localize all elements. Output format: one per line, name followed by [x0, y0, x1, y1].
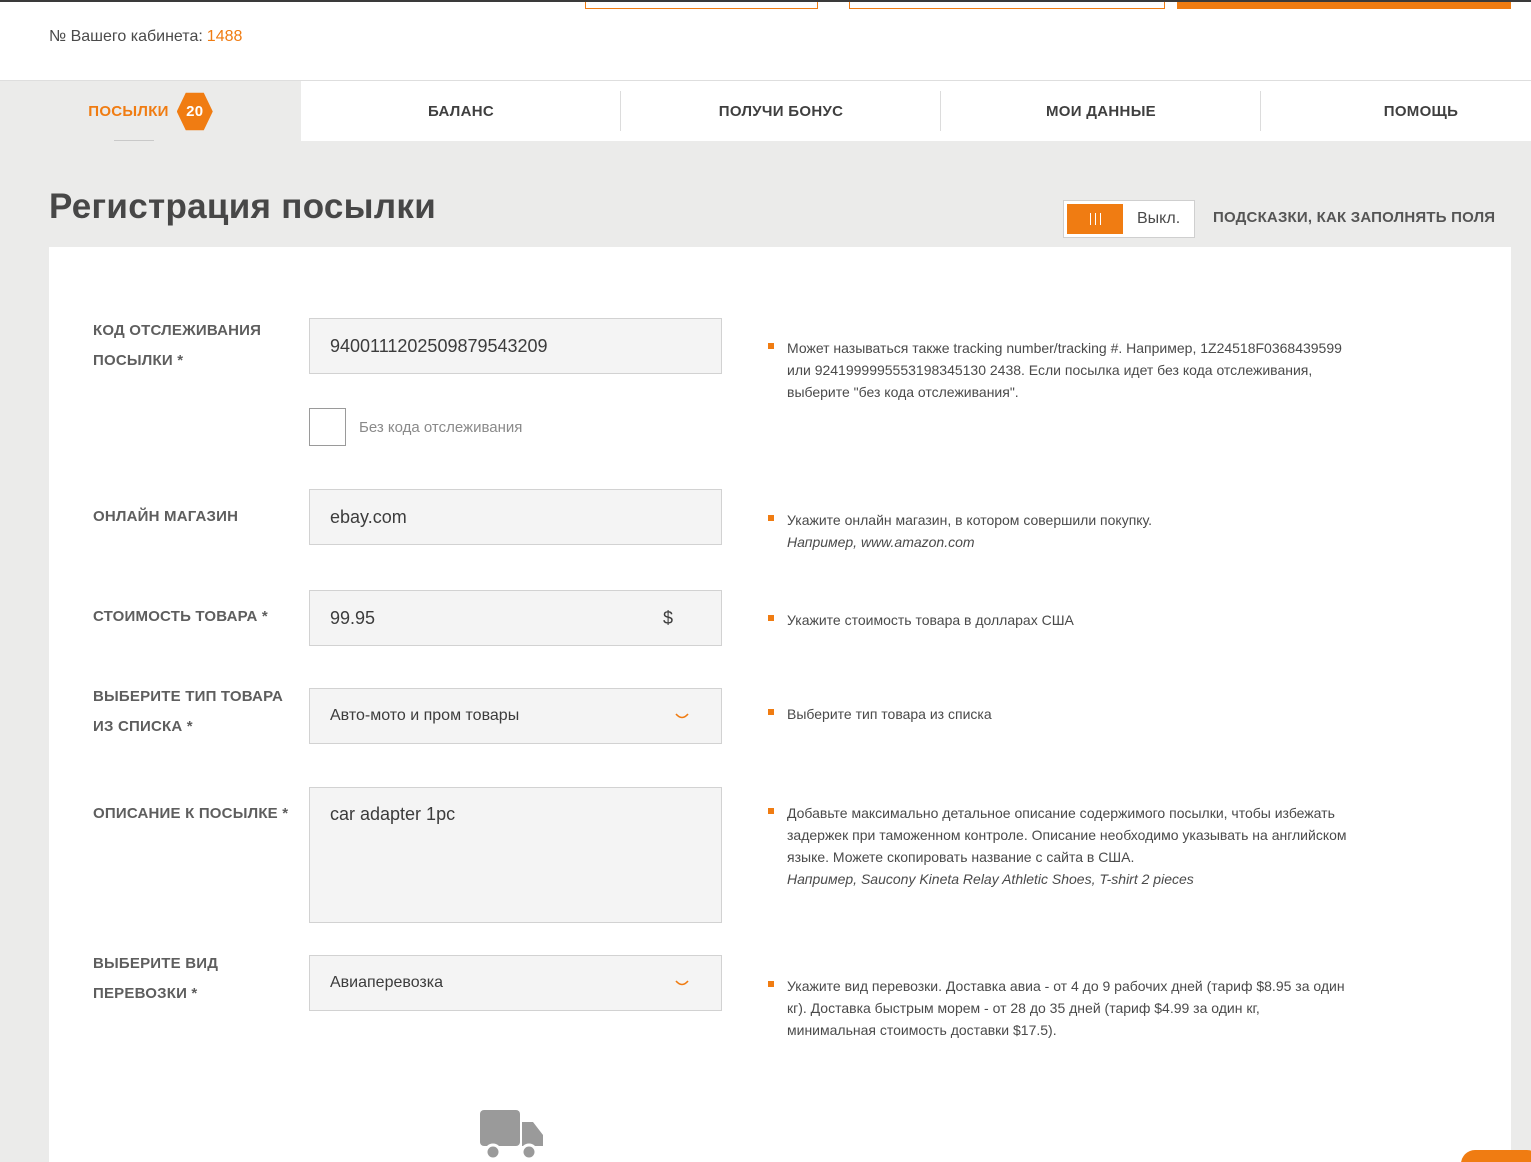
cabinet-number: 1488	[206, 28, 243, 45]
description-textarea[interactable]: car adapter 1pc	[309, 787, 722, 923]
tracking-hint-text: Может называться также tracking number/t…	[787, 340, 1342, 400]
top-button-3[interactable]	[1177, 2, 1511, 9]
no-tracking-checkbox[interactable]	[309, 408, 346, 446]
shop-value: ebay.com	[330, 506, 407, 527]
toggle-knob[interactable]	[1067, 204, 1123, 234]
tab-help[interactable]: ПОМОЩЬ	[1261, 81, 1531, 142]
description-value: car adapter 1pc	[330, 804, 456, 824]
page-title: Регистрация посылки	[49, 187, 437, 226]
tracking-value: 9400111202509879543209	[330, 335, 548, 356]
shop-hint-example: Например, www.amazon.com	[787, 534, 975, 550]
category-select[interactable]: Авто-мото и пром товары	[309, 688, 722, 744]
category-value: Авто-мото и пром товары	[330, 707, 520, 724]
price-hint-text: Укажите стоимость товара в долларах США	[787, 612, 1074, 628]
no-tracking-label[interactable]: Без кода отслеживания	[359, 419, 522, 436]
tab-bonus[interactable]: ПОЛУЧИ БОНУС	[621, 81, 941, 142]
category-hint-text: Выберите тип товара из списка	[787, 706, 992, 722]
tab-my-data-label: МОИ ДАННЫЕ	[1046, 103, 1156, 120]
tab-parcels[interactable]: ПОСЫЛКИ 20	[0, 81, 301, 142]
price-value: 99.95	[330, 607, 376, 628]
parcels-count-badge: 20	[176, 92, 213, 131]
shipping-select[interactable]: Авиаперевозка	[309, 955, 722, 1011]
top-bar: № Вашего кабинета: 1488	[0, 0, 1531, 80]
shop-hint: Укажите онлайн магазин, в котором соверш…	[768, 509, 1347, 553]
chevron-down-icon	[675, 711, 689, 721]
tracking-label: КОД ОТСЛЕЖИВАНИЯ ПОСЫЛКИ *	[93, 322, 262, 369]
description-hint-text: Добавьте максимально детальное описание …	[787, 805, 1347, 865]
shipping-hint-text: Укажите вид перевозки. Доставка авиа - о…	[787, 978, 1345, 1038]
tab-parcels-label: ПОСЫЛКИ	[88, 103, 169, 120]
category-hint: Выберите тип товара из списка	[768, 703, 1347, 725]
shop-label: ОНЛАЙН МАГАЗИН	[93, 508, 239, 525]
tab-balance-label: БАЛАНС	[427, 103, 495, 120]
description-hint-example: Например, Saucony Kineta Relay Athletic …	[787, 871, 1194, 887]
top-button-2[interactable]	[849, 2, 1165, 9]
chevron-down-icon	[675, 978, 689, 988]
category-label: ВЫБЕРИТЕ ТИП ТОВАРА ИЗ СПИСКА *	[93, 688, 284, 735]
cabinet-number-info: № Вашего кабинета: 1488	[49, 28, 242, 46]
hints-toggle[interactable]: Выкл.	[1063, 200, 1195, 238]
price-label: СТОИМОСТЬ ТОВАРА *	[93, 608, 268, 625]
description-hint: Добавьте максимально детальное описание …	[768, 802, 1347, 890]
currency-symbol: $	[662, 607, 673, 628]
shipping-value: Авиаперевозка	[330, 974, 443, 991]
tab-balance[interactable]: БАЛАНС	[301, 81, 621, 142]
tab-bonus-label: ПОЛУЧИ БОНУС	[718, 103, 844, 120]
tracking-input[interactable]: 9400111202509879543209	[309, 318, 722, 374]
truck-icon	[479, 1108, 545, 1162]
main-tabs: ПОСЫЛКИ 20 БАЛАНС ПОЛУЧИ БОНУС МОИ ДАННЫ…	[0, 80, 1531, 142]
price-input[interactable]: 99.95 $	[309, 590, 722, 646]
shipping-label: ВЫБЕРИТЕ ВИД ПЕРЕВОЗКИ *	[93, 955, 219, 1002]
tab-help-label: ПОМОЩЬ	[1383, 103, 1459, 120]
price-hint: Укажите стоимость товара в долларах США	[768, 609, 1347, 631]
tracking-hint: Может называться также tracking number/t…	[768, 337, 1347, 403]
toggle-state-label: Выкл.	[1137, 210, 1181, 227]
cabinet-label: № Вашего кабинета:	[49, 28, 203, 45]
chat-button[interactable]	[1461, 1150, 1531, 1162]
description-label: ОПИСАНИЕ К ПОСЫЛКЕ *	[93, 805, 289, 822]
shop-hint-text: Укажите онлайн магазин, в котором соверш…	[787, 512, 1153, 528]
shipping-hint: Укажите вид перевозки. Доставка авиа - о…	[768, 975, 1347, 1041]
top-button-1[interactable]	[585, 2, 818, 9]
hints-label: ПОДСКАЗКИ, КАК ЗАПОЛНЯТЬ ПОЛЯ	[1213, 209, 1496, 226]
tab-my-data[interactable]: МОИ ДАННЫЕ	[941, 81, 1261, 142]
shop-input[interactable]: ebay.com	[309, 489, 722, 545]
